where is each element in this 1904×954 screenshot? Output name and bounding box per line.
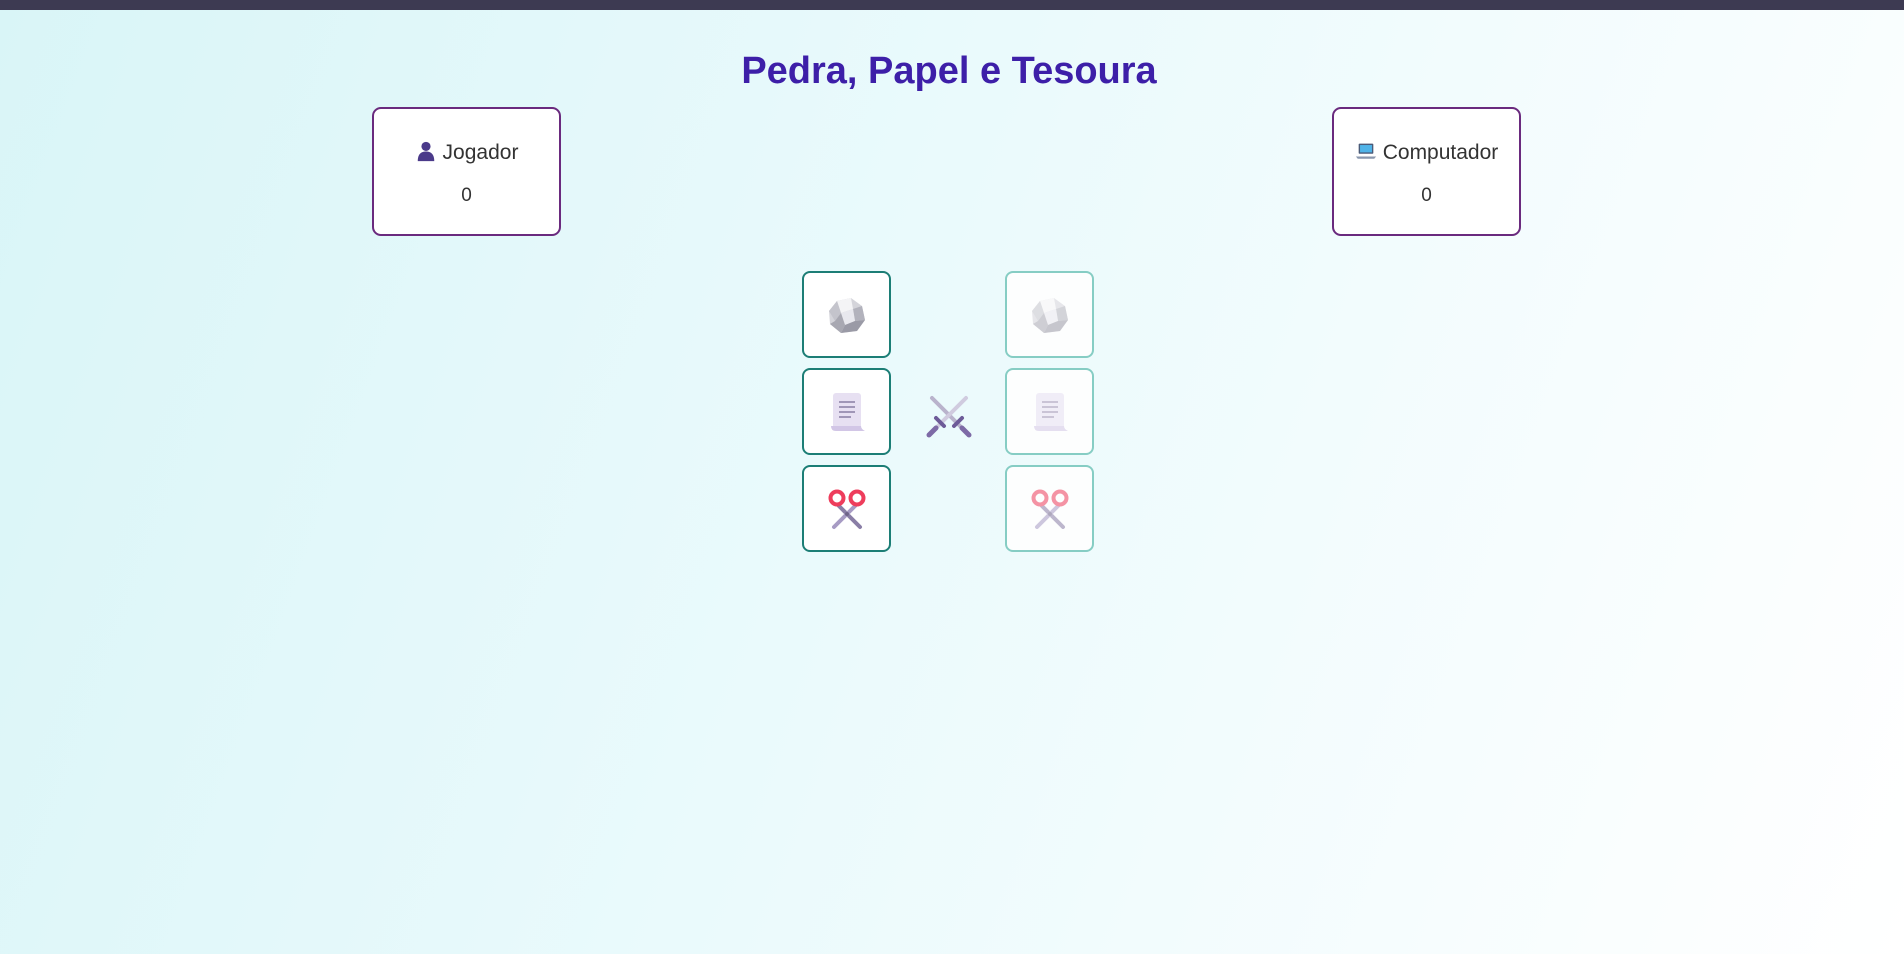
player-label: Jogador (442, 141, 519, 164)
paper-scroll-icon (830, 392, 865, 431)
rock-icon (1031, 297, 1068, 333)
game-stage: Pedra, Papel e Tesoura Jogador 0 Computa… (0, 10, 1904, 954)
computer-score-header: Computador (1334, 140, 1519, 165)
player-choice-paper[interactable] (802, 368, 891, 455)
player-choice-scissors[interactable] (802, 465, 891, 552)
rock-icon (828, 297, 865, 333)
computer-choice-scissors (1005, 465, 1094, 552)
paper-scroll-icon (1033, 392, 1068, 431)
computer-choice-paper (1005, 368, 1094, 455)
player-choice-rock[interactable] (802, 271, 891, 358)
laptop-icon (1355, 143, 1376, 159)
scissors-icon (828, 489, 865, 529)
computer-score: 0 (1421, 185, 1432, 206)
player-score-card: Jogador 0 (372, 107, 561, 236)
computer-label: Computador (1382, 141, 1499, 164)
page-title: Pedra, Papel e Tesoura (741, 50, 1157, 92)
player-score: 0 (461, 185, 472, 206)
scissors-icon (1031, 489, 1068, 529)
crossed-swords-icon (926, 396, 972, 438)
computer-choice-rock (1005, 271, 1094, 358)
person-silhouette-icon (417, 141, 434, 162)
window-top-strip (0, 0, 1904, 10)
player-score-header: Jogador (374, 140, 559, 165)
computer-score-card: Computador 0 (1332, 107, 1521, 236)
